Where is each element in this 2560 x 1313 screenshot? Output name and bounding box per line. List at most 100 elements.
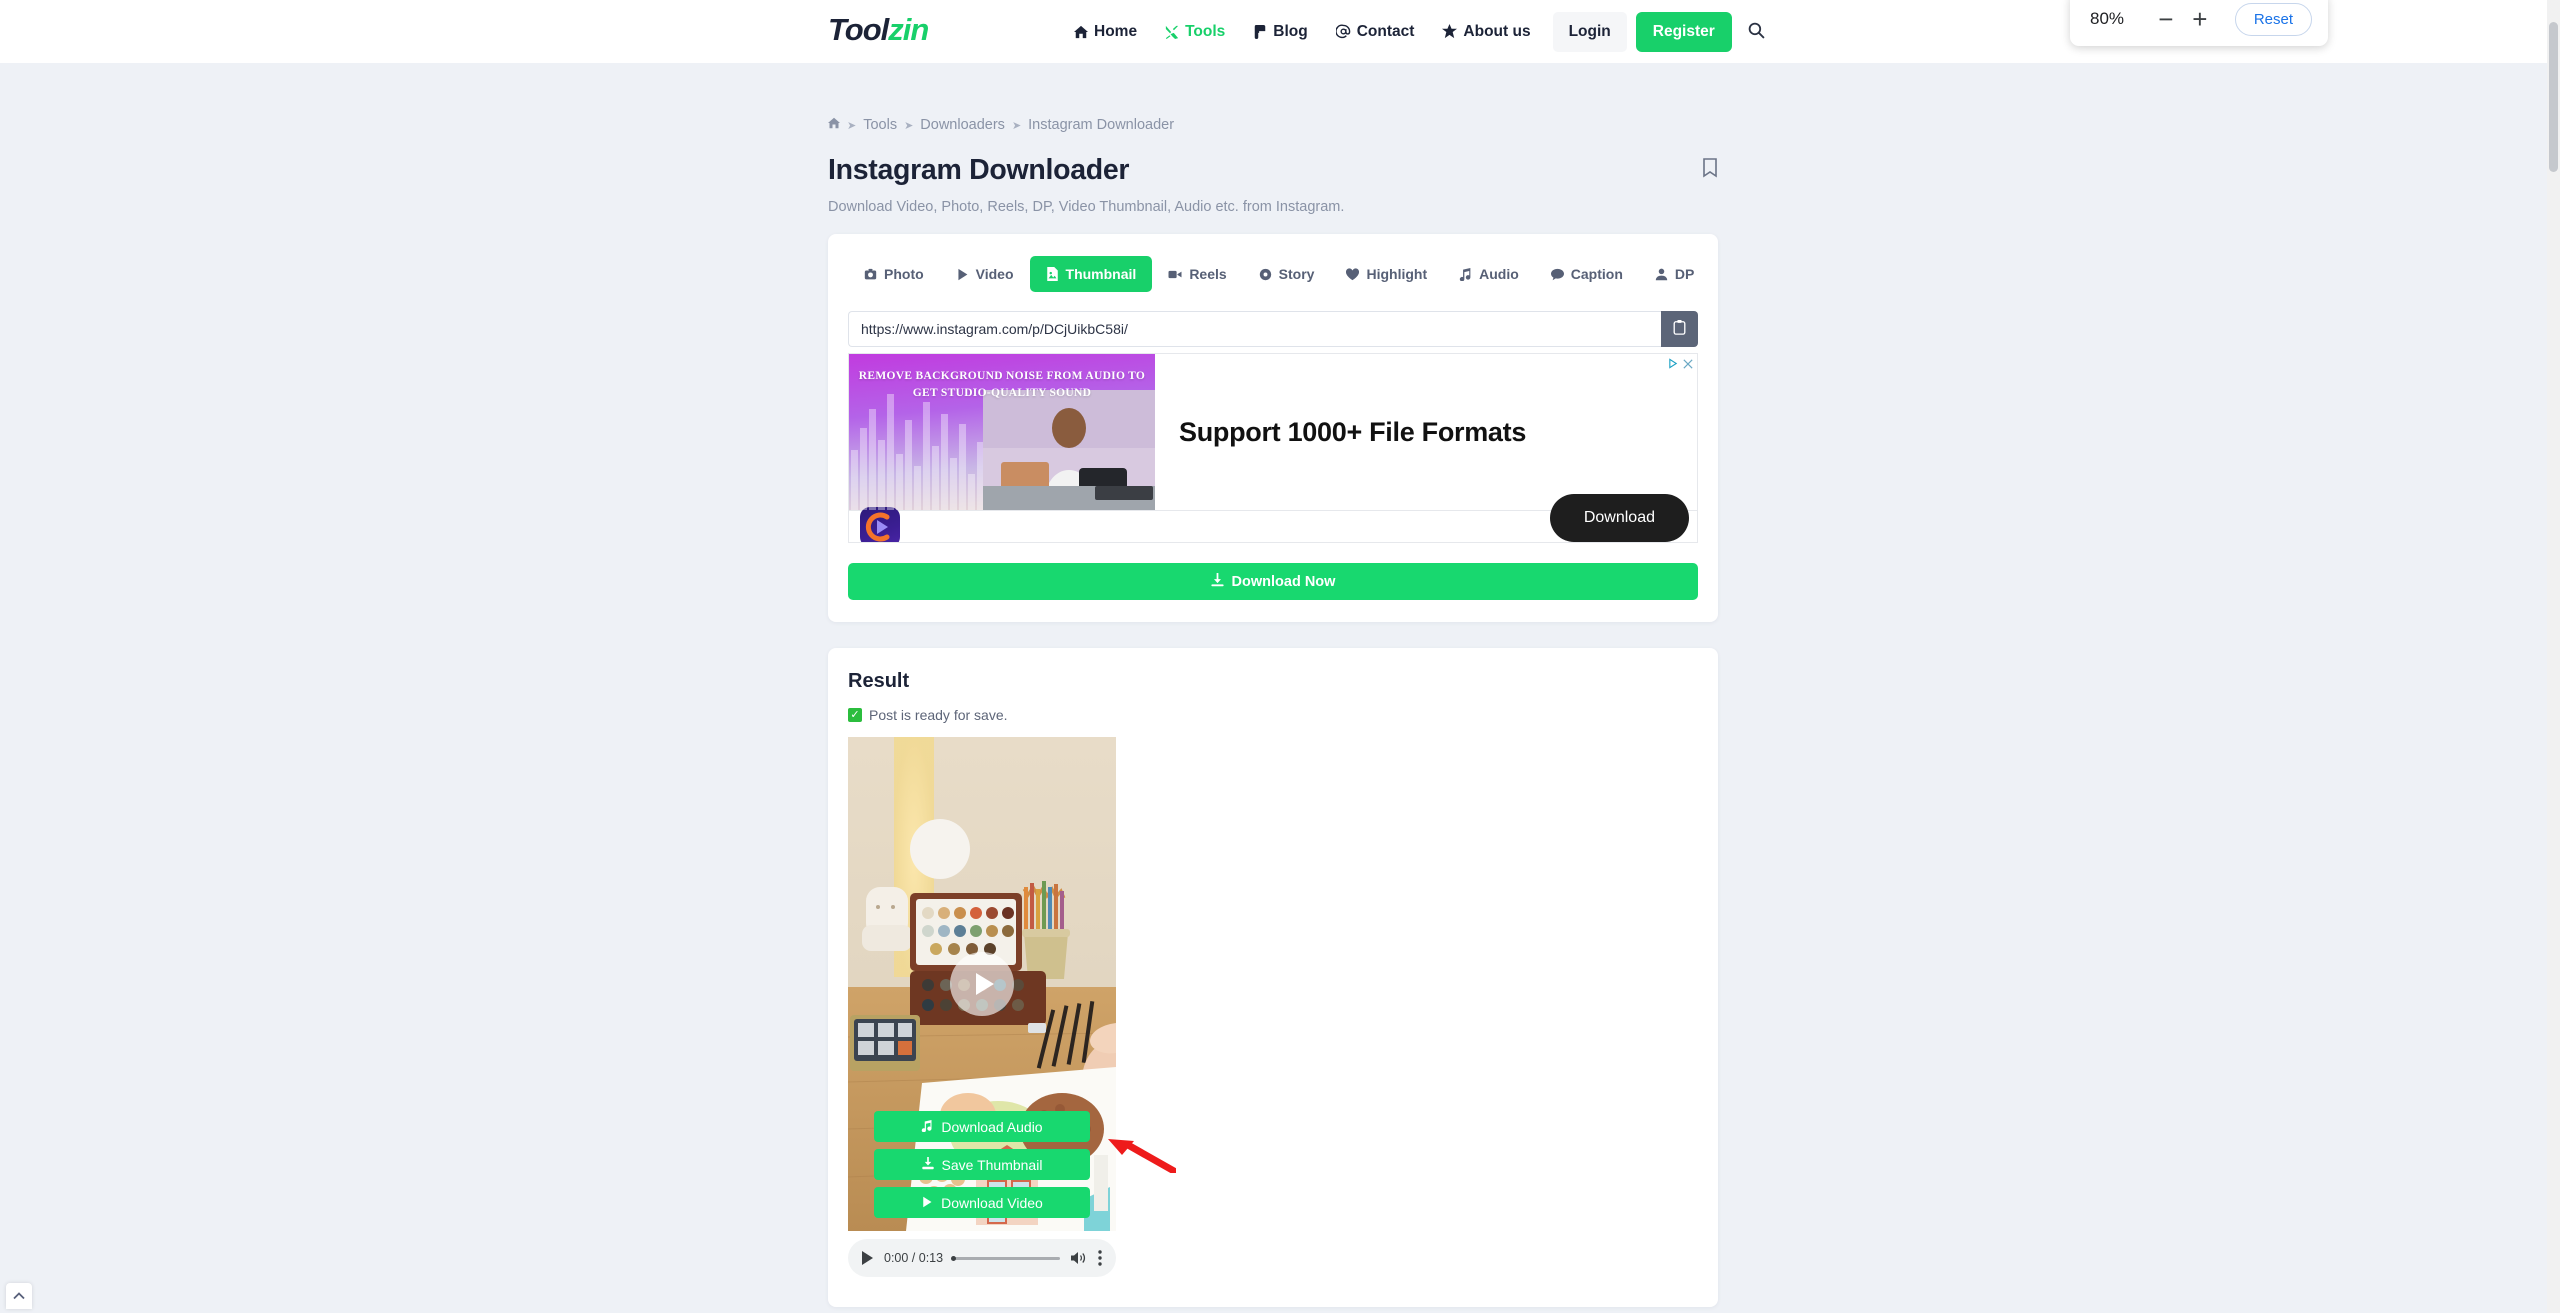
green-check-icon: ✓ [848,708,862,722]
scroll-to-top-button[interactable] [6,1283,32,1309]
play-triangle-icon [975,973,994,995]
tab-audio[interactable]: Audio [1443,256,1535,292]
ad-visual: REMOVE BACKGROUND NOISE FROM AUDIO TO GE… [849,354,1155,510]
main-navigation: Home Tools Blog Contact About us Login R… [1060,0,1765,63]
blog-icon [1253,24,1267,39]
at-icon [1335,24,1351,39]
download-audio-button[interactable]: Download Audio [874,1111,1090,1142]
page-subtitle: Download Video, Photo, Reels, DP, Video … [828,199,1345,215]
app-logo-icon [860,507,900,542]
tab-reels[interactable]: Reels [1152,256,1242,292]
logo-text-primary: Tool [828,12,889,47]
tab-photo[interactable]: Photo [848,256,940,292]
tools-icon [1165,25,1179,39]
zoom-level-value: 80% [2090,9,2125,28]
tool-tabs: Photo Video Thumbnail Reels Story Highli… [848,256,1698,292]
logo-text-accent: zin [888,12,929,47]
red-arrow-annotation [1108,1139,1176,1173]
zoom-in-button[interactable]: + [2183,2,2217,36]
close-icon[interactable] [1683,356,1693,374]
ad-body[interactable]: REMOVE BACKGROUND NOISE FROM AUDIO TO GE… [849,354,1697,510]
camera-icon [864,268,877,281]
button-label: Save Thumbnail [941,1156,1043,1173]
breadcrumb-item-tools[interactable]: Tools [863,117,897,133]
tab-label: Caption [1570,266,1623,282]
volume-icon[interactable] [1071,1251,1087,1265]
page-body: ➤ Tools ➤ Downloaders ➤ Instagram Downlo… [0,63,2560,1313]
nav-item-home[interactable]: Home [1060,12,1151,52]
button-label: Download Audio [941,1118,1043,1135]
browser-zoom-popup: 80% − + Reset [2070,0,2328,46]
nav-item-blog[interactable]: Blog [1239,12,1321,52]
nav-item-label: About us [1463,22,1531,40]
adchoices-icon[interactable] [1668,356,1679,374]
ad-text-block: Support 1000+ File Formats [1155,354,1697,510]
tab-label: Story [1278,266,1315,282]
bookmark-button[interactable] [1702,154,1718,181]
result-status-text: Post is ready for save. [869,707,1008,723]
bookmark-icon [1702,158,1718,181]
video-result-wrapper: Download Audio Save Thumbnail Download V… [848,737,1176,1277]
heart-icon [1346,267,1360,281]
tab-label: Highlight [1366,266,1428,282]
chevron-up-icon [13,1287,25,1305]
play-icon [921,1195,933,1211]
page-scrollbar[interactable] [2547,0,2560,1313]
url-input[interactable] [848,311,1661,347]
download-now-label: Download Now [1231,573,1336,590]
nav-item-label: Tools [1185,22,1226,40]
tab-thumbnail[interactable]: Thumbnail [1029,256,1153,292]
breadcrumb-item-current: Instagram Downloader [1028,117,1175,133]
nav-item-about-us[interactable]: About us [1428,12,1544,52]
result-title: Result [848,670,910,692]
circle-dot-icon [1259,268,1272,281]
advertisement: REMOVE BACKGROUND NOISE FROM AUDIO TO GE… [848,353,1698,543]
button-label: Download Video [941,1194,1043,1211]
tab-video[interactable]: Video [940,256,1030,292]
video-progress-slider[interactable] [951,1255,1060,1261]
nav-item-contact[interactable]: Contact [1322,12,1429,52]
play-icon[interactable] [862,1251,873,1265]
comment-icon [1550,268,1564,281]
tab-story[interactable]: Story [1243,256,1331,292]
tool-card: Photo Video Thumbnail Reels Story Highli… [828,234,1718,622]
site-logo[interactable]: Toolzin [828,12,929,48]
search-button[interactable] [1748,22,1765,42]
save-thumbnail-button[interactable]: Save Thumbnail [874,1149,1090,1180]
paste-button[interactable] [1661,311,1698,347]
breadcrumb-separator: ➤ [904,119,914,132]
register-button[interactable]: Register [1635,11,1732,52]
scrollbar-thumb[interactable] [2549,22,2558,172]
more-vertical-icon[interactable] [1098,1250,1102,1266]
nav-item-tools[interactable]: Tools [1151,12,1239,52]
tab-caption[interactable]: Caption [1535,256,1639,292]
video-cam-icon [1168,268,1182,281]
breadcrumb: ➤ Tools ➤ Downloaders ➤ Instagram Downlo… [828,63,1718,133]
nav-item-label: Home [1094,22,1138,40]
breadcrumb-separator: ➤ [847,119,857,132]
play-overlay-icon[interactable] [950,952,1014,1016]
zoom-out-button[interactable]: − [2149,2,2183,36]
ad-footer: Download [849,494,1697,542]
home-icon[interactable] [828,117,840,133]
tab-label: Thumbnail [1065,266,1137,282]
ad-main-text: Support 1000+ File Formats [1179,416,1527,447]
music-note-icon [1459,267,1472,281]
ad-headline: REMOVE BACKGROUND NOISE FROM AUDIO TO GE… [858,370,1146,399]
video-controls-bar: 0:00 / 0:13 [848,1239,1116,1277]
tab-highlight[interactable]: Highlight [1330,256,1443,292]
video-player[interactable]: Download Audio Save Thumbnail Download V… [848,737,1116,1231]
video-time-display: 0:00 / 0:13 [884,1251,944,1265]
tab-label: Audio [1479,266,1519,282]
breadcrumb-item-downloaders[interactable]: Downloaders [920,117,1005,133]
page-title-row: Instagram Downloader [828,154,1718,187]
tab-label: DP [1674,266,1695,282]
tab-dp[interactable]: DP [1639,256,1710,292]
ad-download-button[interactable]: Download [1549,494,1689,542]
login-button[interactable]: Login [1552,11,1627,52]
ad-photo [983,390,1155,510]
page-title: Instagram Downloader [828,154,1130,186]
download-video-button[interactable]: Download Video [874,1187,1090,1218]
download-now-button[interactable]: Download Now [848,563,1698,600]
zoom-reset-button[interactable]: Reset [2234,2,2312,36]
